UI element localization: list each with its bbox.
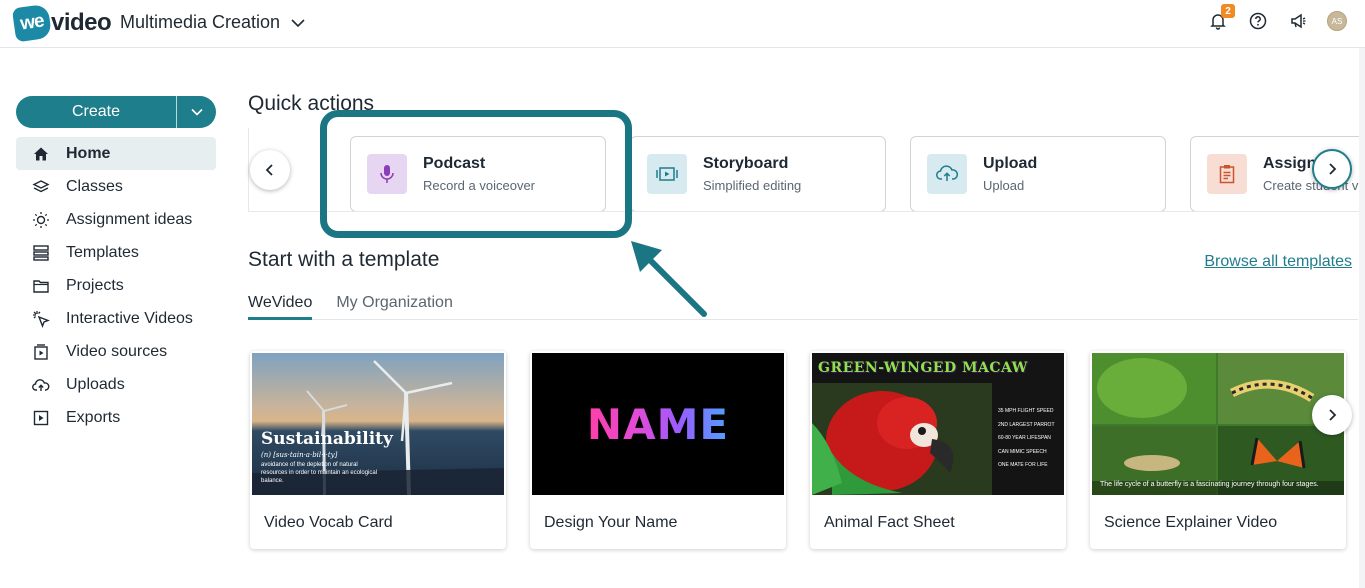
sidebar-item-projects[interactable]: Projects xyxy=(16,269,216,302)
cursor-click-icon xyxy=(32,310,50,328)
animal-fact: 2ND LARGEST PARROT xyxy=(998,421,1055,428)
export-icon xyxy=(32,409,50,427)
chevron-right-icon xyxy=(1329,163,1337,175)
lightbulb-icon xyxy=(32,211,50,229)
sidebar-item-uploads[interactable]: Uploads xyxy=(16,368,216,401)
template-card-design-your-name[interactable]: NAME Design Your Name xyxy=(530,351,786,549)
quick-action-storyboard[interactable]: Storyboard Simplified editing xyxy=(630,136,886,211)
carousel-prev-button[interactable] xyxy=(250,150,290,190)
top-header: we video Multimedia Creation 2 AS xyxy=(0,0,1365,48)
butterfly-collage-image xyxy=(1092,353,1344,495)
quick-action-subtitle: Upload xyxy=(983,178,1025,193)
sidebar-item-label: Home xyxy=(66,144,111,162)
templates-next-button[interactable] xyxy=(1312,395,1352,435)
create-button[interactable]: Create xyxy=(16,96,216,128)
folder-icon xyxy=(32,277,50,295)
home-icon xyxy=(32,145,50,163)
sidebar-item-video-sources[interactable]: Video sources xyxy=(16,335,216,368)
create-button-divider xyxy=(176,96,177,128)
scrollbar[interactable] xyxy=(1359,48,1365,588)
sidebar-item-assignment-ideas[interactable]: Assignment ideas xyxy=(16,203,216,236)
browse-all-templates-link[interactable]: Browse all templates xyxy=(1204,253,1352,271)
workspace-name: Multimedia Creation xyxy=(120,12,281,32)
tab-my-organization[interactable]: My Organization xyxy=(336,294,453,320)
notification-badge: 2 xyxy=(1221,4,1235,18)
logo-badge: we xyxy=(11,3,53,43)
animal-fact: 35 MPH FLIGHT SPEED xyxy=(998,408,1054,414)
vocab-thumb-definition: avoidance of the depletion of natural re… xyxy=(261,462,378,484)
name-thumb-text: NAME xyxy=(586,399,730,449)
sidebar-item-label: Projects xyxy=(66,276,124,294)
sidebar-item-interactive-videos[interactable]: Interactive Videos xyxy=(16,302,216,335)
template-name: Animal Fact Sheet xyxy=(824,514,955,531)
chevron-down-icon xyxy=(190,108,203,116)
notifications-bell-icon[interactable]: 2 xyxy=(1207,4,1235,32)
animal-fact: 60-80 YEAR LIFESPAN xyxy=(998,435,1051,441)
carousel-next-button[interactable] xyxy=(1312,149,1352,189)
sidebar-item-templates[interactable]: Templates xyxy=(16,236,216,269)
sidebar-item-label: Classes xyxy=(66,177,123,195)
create-dropdown-toggle[interactable] xyxy=(177,96,216,128)
storyboard-icon xyxy=(647,154,687,194)
template-tabs: WeVideo My Organization xyxy=(248,294,1358,320)
announcements-megaphone-icon[interactable] xyxy=(1287,10,1309,32)
animal-fact: ONE MATE FOR LIFE xyxy=(998,462,1048,468)
template-name: Science Explainer Video xyxy=(1104,514,1278,531)
user-avatar[interactable]: AS xyxy=(1327,11,1347,31)
chevron-right-icon xyxy=(1329,409,1337,421)
templates-icon xyxy=(32,244,50,262)
animal-fact: CAN MIMIC SPEECH xyxy=(998,448,1047,455)
sidebar-item-exports[interactable]: Exports xyxy=(16,401,216,434)
animal-thumb-title: GREEN-WINGED MACAW xyxy=(818,360,1028,376)
quick-action-name: Storyboard xyxy=(703,155,789,172)
animal-facts-list: 35 MPH FLIGHT SPEED 2ND LARGEST PARROT 6… xyxy=(998,405,1055,473)
template-thumbnail: The life cycle of a butterfly is a fasci… xyxy=(1092,353,1344,495)
tab-wevideo[interactable]: WeVideo xyxy=(248,294,313,320)
video-source-icon xyxy=(32,343,50,361)
wevideo-logo[interactable]: we video xyxy=(11,3,112,43)
logo-text: video xyxy=(51,9,112,36)
template-thumbnail: NAME xyxy=(532,353,784,495)
template-name: Video Vocab Card xyxy=(264,514,393,531)
help-icon[interactable] xyxy=(1247,10,1269,32)
sidebar-item-label: Assignment ideas xyxy=(66,210,193,228)
cloud-upload-icon xyxy=(927,154,967,194)
create-button-label: Create xyxy=(71,103,121,120)
assignment-icon xyxy=(1207,154,1247,194)
template-thumbnail: GREEN-WINGED MACAW 35 MPH FLIGHT SPEED 2… xyxy=(812,353,1064,495)
sidebar-item-label: Exports xyxy=(66,408,121,426)
workspace-selector[interactable]: Multimedia Creation xyxy=(120,12,306,33)
vocab-thumb-phonetic: (n) [sus·tain·a·bil·i·ty] xyxy=(261,451,338,459)
templates-section-title: Start with a template xyxy=(248,248,440,271)
vocab-thumb-title: Sustainability xyxy=(261,429,393,449)
sidebar-item-label: Uploads xyxy=(66,375,125,393)
sidebar-item-label: Video sources xyxy=(66,342,168,360)
sidebar-item-label: Interactive Videos xyxy=(66,309,193,327)
podcast-highlight-box xyxy=(320,110,632,238)
chevron-down-icon xyxy=(291,18,305,27)
chevron-left-icon xyxy=(265,164,273,176)
sidebar-item-classes[interactable]: Classes xyxy=(16,170,216,203)
macaw-image xyxy=(812,383,992,495)
template-card-video-vocab[interactable]: Sustainability (n) [sus·tain·a·bil·i·ty]… xyxy=(250,351,506,549)
quick-action-name: Upload xyxy=(983,155,1038,172)
science-thumb-caption: The life cycle of a butterfly is a fasci… xyxy=(1100,481,1319,488)
template-name: Design Your Name xyxy=(544,514,678,531)
header-actions: 2 AS xyxy=(1207,4,1347,32)
quick-action-upload[interactable]: Upload Upload xyxy=(910,136,1166,211)
template-thumbnail: Sustainability (n) [sus·tain·a·bil·i·ty]… xyxy=(252,353,504,495)
template-card-animal-fact-sheet[interactable]: GREEN-WINGED MACAW 35 MPH FLIGHT SPEED 2… xyxy=(810,351,1066,549)
sidebar-nav: Home Classes Assignment ideas Templates … xyxy=(16,137,216,434)
layers-icon xyxy=(32,178,50,196)
quick-action-subtitle: Simplified editing xyxy=(703,178,802,193)
template-card-science-explainer[interactable]: The life cycle of a butterfly is a fasci… xyxy=(1090,351,1346,549)
sidebar-item-label: Templates xyxy=(66,243,139,261)
cloud-upload-icon xyxy=(32,376,50,394)
sidebar-item-home[interactable]: Home xyxy=(16,137,216,170)
